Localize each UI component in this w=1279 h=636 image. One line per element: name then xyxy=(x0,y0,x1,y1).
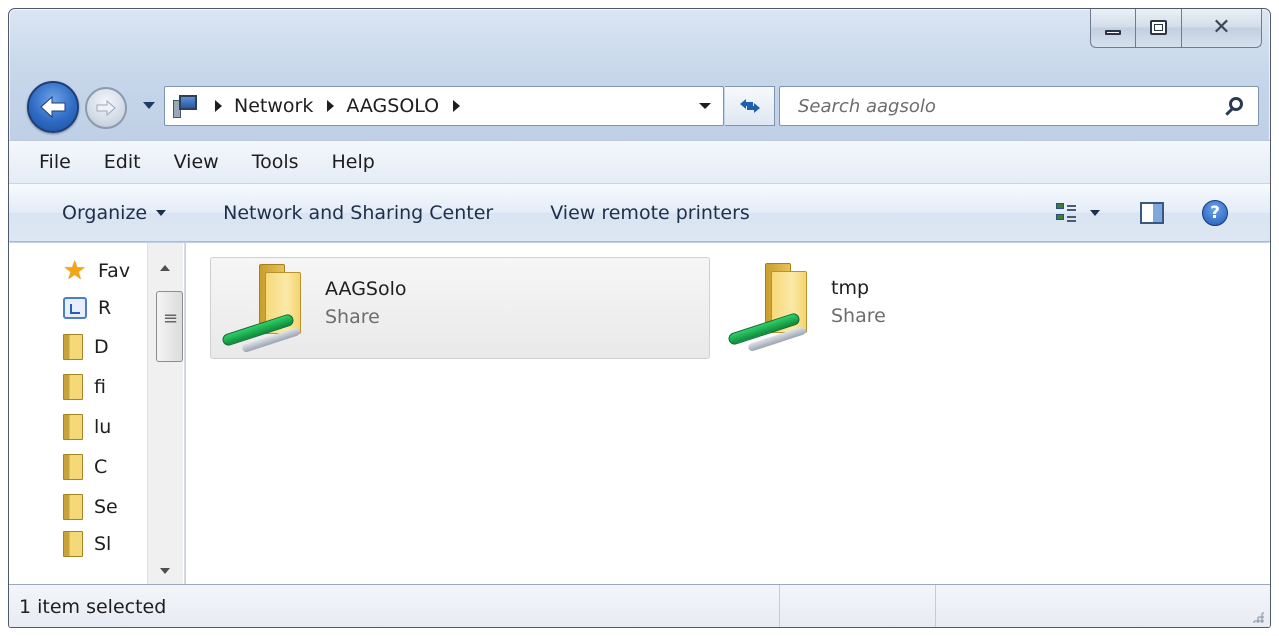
share-type: Share xyxy=(831,305,886,327)
nav-item-folder[interactable]: Sl xyxy=(63,529,147,559)
view-remote-printers-button[interactable]: View remote printers xyxy=(550,202,750,224)
nav-item-label: lu xyxy=(94,416,112,438)
refresh-button[interactable] xyxy=(725,86,775,126)
nav-item-folder[interactable]: lu xyxy=(63,409,147,445)
nav-item-label: D xyxy=(94,336,109,358)
command-bar: Organize Network and Sharing Center View… xyxy=(9,184,1270,242)
share-item-aagsolo[interactable]: AAGSolo Share xyxy=(210,257,710,359)
file-list: AAGSolo Share tmp Share xyxy=(186,243,1270,584)
help-icon[interactable]: ? xyxy=(1202,200,1228,226)
menu-file[interactable]: File xyxy=(39,151,71,173)
navigation-row: Network AAGSOLO xyxy=(9,74,1270,134)
close-button[interactable]: ✕ xyxy=(1182,9,1262,48)
recent-places-icon xyxy=(63,297,87,319)
chevron-down-icon xyxy=(156,209,167,216)
search-input[interactable] xyxy=(798,95,1198,117)
scroll-down-icon[interactable] xyxy=(160,568,170,574)
organize-label: Organize xyxy=(62,201,148,224)
address-bar[interactable]: Network AAGSOLO xyxy=(164,86,724,126)
maximize-button[interactable] xyxy=(1136,9,1182,48)
network-share-folder-icon xyxy=(717,257,807,357)
nav-item-folder[interactable]: Se xyxy=(63,489,147,525)
close-icon: ✕ xyxy=(1212,14,1231,40)
menu-edit[interactable]: Edit xyxy=(104,151,141,173)
minimize-button[interactable] xyxy=(1090,9,1136,48)
network-sharing-center-label: Network and Sharing Center xyxy=(223,201,494,224)
resize-grip-icon[interactable] xyxy=(1252,611,1264,623)
caption-buttons: ✕ xyxy=(1090,9,1262,48)
organize-button[interactable]: Organize xyxy=(62,201,167,224)
forward-arrow-icon xyxy=(96,99,116,117)
breadcrumb-separator-icon[interactable] xyxy=(215,100,222,112)
back-button[interactable] xyxy=(27,81,79,133)
minimize-icon xyxy=(1105,30,1121,35)
share-item-tmp[interactable]: tmp Share xyxy=(717,257,1217,359)
folder-icon xyxy=(63,374,83,400)
menu-help[interactable]: Help xyxy=(332,151,375,173)
breadcrumb-separator-icon[interactable] xyxy=(453,100,461,112)
status-text: 1 item selected xyxy=(19,596,167,618)
nav-item-folder[interactable]: C xyxy=(63,449,147,485)
command-bar-right: ? xyxy=(1056,184,1270,242)
nav-item-label: Fav xyxy=(98,260,131,282)
nav-item-recent-places[interactable]: R xyxy=(63,290,147,326)
search-icon[interactable] xyxy=(1224,96,1246,118)
breadcrumb-separator-icon[interactable] xyxy=(327,100,335,112)
scroll-up-icon[interactable] xyxy=(160,265,170,271)
recent-pages-dropdown[interactable] xyxy=(143,102,155,109)
address-dropdown-icon[interactable] xyxy=(699,103,711,109)
folder-icon xyxy=(63,494,83,520)
menu-tools[interactable]: Tools xyxy=(252,151,299,173)
share-type: Share xyxy=(325,306,380,328)
change-view-icon[interactable] xyxy=(1056,202,1076,224)
nav-item-folder[interactable]: fi xyxy=(63,369,147,405)
nav-item-folder[interactable]: D xyxy=(63,329,147,365)
scrollbar-thumb[interactable] xyxy=(156,291,183,362)
navigation-pane: ★ Fav R D fi lu C Se Sl xyxy=(9,243,185,584)
nav-item-label: C xyxy=(94,456,108,478)
status-segment xyxy=(935,585,1270,627)
nav-item-label: fi xyxy=(94,376,106,398)
folder-icon xyxy=(63,531,83,557)
status-bar: 1 item selected xyxy=(9,584,1270,627)
star-icon: ★ xyxy=(63,256,87,286)
nav-pane-scrollbar[interactable] xyxy=(147,243,183,584)
nav-item-label: Sl xyxy=(94,533,112,555)
network-share-folder-icon xyxy=(211,258,301,358)
share-name: tmp xyxy=(831,277,870,299)
folder-icon xyxy=(63,414,83,440)
nav-item-label: R xyxy=(98,297,112,319)
preview-pane-icon[interactable] xyxy=(1140,202,1164,224)
breadcrumb-network[interactable]: Network xyxy=(234,95,313,117)
view-options-dropdown-icon[interactable] xyxy=(1090,210,1100,216)
maximize-icon xyxy=(1150,20,1167,35)
back-arrow-icon xyxy=(40,95,66,119)
breadcrumb-aagsolo[interactable]: AAGSOLO xyxy=(346,95,439,117)
menu-view[interactable]: View xyxy=(174,151,219,173)
menu-bar: File Edit View Tools Help xyxy=(9,140,1270,184)
nav-item-favorites[interactable]: ★ Fav xyxy=(63,253,147,289)
refresh-icon xyxy=(739,99,760,113)
view-remote-printers-label: View remote printers xyxy=(550,201,750,224)
share-name: AAGSolo xyxy=(325,278,407,300)
network-computer-icon xyxy=(173,94,201,118)
search-box[interactable] xyxy=(779,86,1259,126)
folder-icon xyxy=(63,454,83,480)
nav-item-label: Se xyxy=(94,496,118,518)
status-segment xyxy=(779,585,935,627)
forward-button[interactable] xyxy=(85,87,127,129)
network-sharing-center-button[interactable]: Network and Sharing Center xyxy=(223,202,493,224)
folder-icon xyxy=(63,334,83,360)
explorer-window: ✕ Network AAGSOLO Search aagsolo File Ed… xyxy=(8,8,1271,628)
